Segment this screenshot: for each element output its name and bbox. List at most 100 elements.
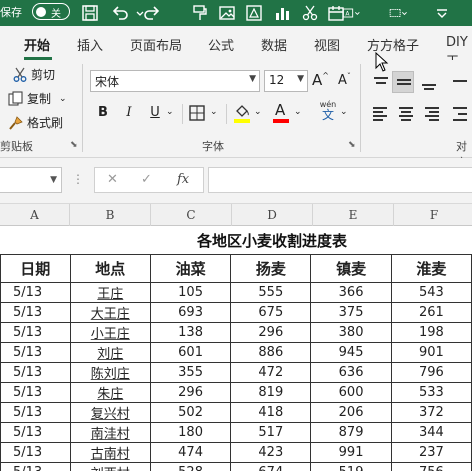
zhenmai-cell[interactable]: 380 <box>310 322 392 343</box>
align-bottom-button[interactable] <box>418 72 440 94</box>
youcai-cell[interactable]: 502 <box>149 402 232 423</box>
redo-icon[interactable] <box>142 3 162 23</box>
phonetic-guide-button[interactable]: wén 文 <box>317 100 339 126</box>
font-color-dropdown-icon[interactable]: ⌄ <box>294 107 302 117</box>
huaimai-cell[interactable]: 372 <box>390 402 472 423</box>
underline-dropdown-icon[interactable]: ⌄ <box>166 107 174 117</box>
place-cell[interactable]: 刘西村 <box>69 462 151 471</box>
date-cell[interactable]: 5/13 <box>0 382 71 403</box>
format-painter-button[interactable]: 格式刷 <box>8 114 63 131</box>
date-cell[interactable]: 5/13 <box>0 342 71 363</box>
bold-button[interactable]: B <box>92 102 114 124</box>
place-cell[interactable]: 陈刘庄 <box>69 362 151 383</box>
underline-button[interactable]: U <box>144 102 166 124</box>
name-box[interactable]: ▼ <box>0 167 62 193</box>
zhenmai-cell[interactable]: 991 <box>310 442 392 463</box>
tab-formulas[interactable]: 公式 <box>208 35 234 54</box>
youcai-cell[interactable]: 180 <box>149 422 232 443</box>
date-cell[interactable]: 5/13 <box>0 322 71 343</box>
date-cell[interactable]: 5/13 <box>0 402 71 423</box>
youcai-cell[interactable]: 296 <box>149 382 232 403</box>
shrink-font-button[interactable]: Aˇ <box>338 72 351 88</box>
huaimai-cell[interactable]: 543 <box>390 282 472 303</box>
zhenmai-cell[interactable]: 945 <box>310 342 392 363</box>
yangmai-cell[interactable]: 423 <box>230 442 312 463</box>
place-cell[interactable]: 古南村 <box>69 442 151 463</box>
tab-view[interactable]: 视图 <box>314 35 340 54</box>
youcai-cell[interactable]: 138 <box>149 322 232 343</box>
align-right-button[interactable] <box>422 102 444 124</box>
huaimai-cell[interactable]: 756 <box>390 462 472 471</box>
date-cell[interactable]: 5/13 <box>0 282 71 303</box>
copy-button[interactable]: 复制 ⌄ <box>8 90 67 107</box>
huaimai-cell[interactable]: 901 <box>390 342 472 363</box>
column-header-b[interactable]: B <box>70 204 151 226</box>
zhenmai-cell[interactable]: 375 <box>310 302 392 323</box>
tab-data[interactable]: 数据 <box>261 35 287 54</box>
undo-icon[interactable] <box>110 3 130 23</box>
save-icon[interactable] <box>80 3 100 23</box>
place-cell[interactable]: 刘庄 <box>69 342 151 363</box>
place-cell[interactable]: 朱庄 <box>69 382 151 403</box>
shape-icon[interactable] <box>244 3 264 23</box>
date-cell[interactable]: 5/13 <box>0 302 71 323</box>
zhenmai-cell[interactable]: 600 <box>310 382 392 403</box>
chart-icon[interactable] <box>272 3 292 23</box>
column-heading[interactable]: 扬麦 <box>230 254 312 283</box>
formula-bar-resize-icon[interactable]: ⋮ <box>72 172 84 186</box>
copy-dropdown-icon[interactable]: ⌄ <box>59 94 67 104</box>
huaimai-cell[interactable]: 533 <box>390 382 472 403</box>
yangmai-cell[interactable]: 819 <box>230 382 312 403</box>
huaimai-cell[interactable]: 261 <box>390 302 472 323</box>
youcai-cell[interactable]: 693 <box>149 302 232 323</box>
column-heading[interactable]: 镇麦 <box>310 254 392 283</box>
font-launcher-icon[interactable]: ⬊ <box>348 140 356 150</box>
huaimai-cell[interactable]: 198 <box>390 322 472 343</box>
fill-color-icon[interactable] <box>233 102 251 124</box>
font-name-box[interactable]: 宋体 ▼ <box>90 70 260 92</box>
date-cell[interactable]: 5/13 <box>0 462 71 471</box>
sheet-title[interactable]: 各地区小麦收割进度表 <box>150 230 394 251</box>
borders-dropdown-icon[interactable]: ⌄ <box>210 107 218 117</box>
autosave-toggle[interactable]: 关 <box>32 3 70 20</box>
fill-color-dropdown-icon[interactable]: ⌄ <box>254 107 262 117</box>
borders-icon[interactable] <box>188 104 206 122</box>
yangmai-cell[interactable]: 675 <box>230 302 312 323</box>
huaimai-cell[interactable]: 237 <box>390 442 472 463</box>
zhenmai-cell[interactable]: 206 <box>310 402 392 423</box>
zhenmai-cell[interactable]: 636 <box>310 362 392 383</box>
youcai-cell[interactable]: 528 <box>149 462 232 471</box>
cancel-entry-icon[interactable]: ✕ <box>107 172 118 187</box>
yangmai-cell[interactable]: 296 <box>230 322 312 343</box>
date-cell[interactable]: 5/13 <box>0 422 71 443</box>
column-heading[interactable]: 淮麦 <box>390 254 472 283</box>
column-header-d[interactable]: D <box>232 204 313 226</box>
column-header-c[interactable]: C <box>151 204 232 226</box>
youcai-cell[interactable]: 474 <box>149 442 232 463</box>
date-cell[interactable]: 5/13 <box>0 442 71 463</box>
clipboard-launcher-icon[interactable]: ⬊ <box>70 140 78 150</box>
date-cell[interactable]: 5/13 <box>0 362 71 383</box>
cut-button[interactable]: 剪切 <box>12 66 55 83</box>
screenshot-icon[interactable]: A <box>342 3 372 23</box>
tab-insert[interactable]: 插入 <box>77 35 103 54</box>
youcai-cell[interactable]: 105 <box>149 282 232 303</box>
place-cell[interactable]: 小王庄 <box>69 322 151 343</box>
confirm-entry-icon[interactable]: ✓ <box>141 172 152 187</box>
column-header-a[interactable]: A <box>0 204 70 226</box>
column-header-f[interactable]: F <box>394 204 472 226</box>
format-painter-icon[interactable] <box>190 3 210 23</box>
yangmai-cell[interactable]: 674 <box>230 462 312 471</box>
font-color-icon[interactable]: A <box>272 101 290 124</box>
tab-home[interactable]: 开始 <box>24 35 50 54</box>
place-cell[interactable]: 复兴村 <box>69 402 151 423</box>
yangmai-cell[interactable]: 472 <box>230 362 312 383</box>
column-header-e[interactable]: E <box>313 204 394 226</box>
yangmai-cell[interactable]: 517 <box>230 422 312 443</box>
font-size-box[interactable]: 12 ▼ <box>264 70 308 92</box>
zhenmai-cell[interactable]: 519 <box>310 462 392 471</box>
decrease-indent-button[interactable] <box>450 102 472 124</box>
image-icon[interactable] <box>217 3 237 23</box>
yangmai-cell[interactable]: 418 <box>230 402 312 423</box>
phonetic-dropdown-icon[interactable]: ⌄ <box>340 107 348 117</box>
